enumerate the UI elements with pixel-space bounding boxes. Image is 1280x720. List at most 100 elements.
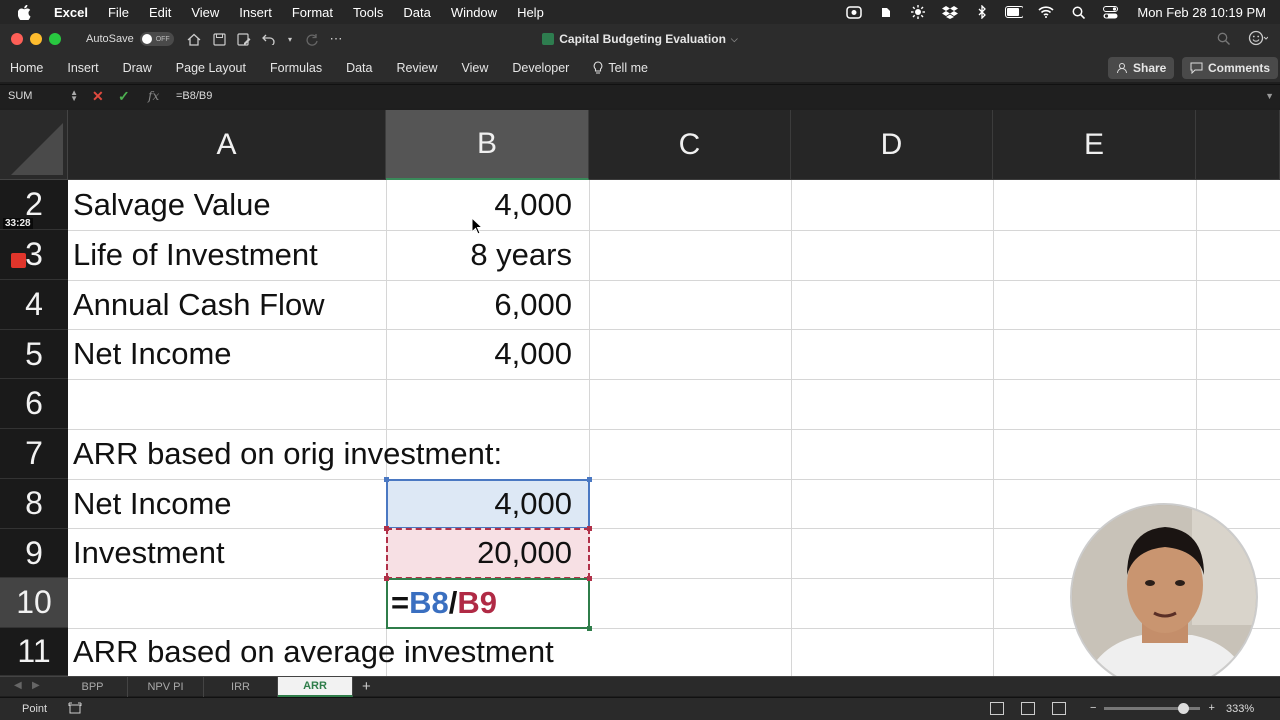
cell-a5[interactable]: Net Income (73, 329, 232, 379)
insert-function-icon[interactable]: fx (148, 89, 159, 103)
undo-dropdown-icon[interactable]: ▾ (286, 31, 294, 47)
row-header[interactable]: 4 (0, 280, 68, 330)
select-all-corner[interactable] (0, 110, 68, 180)
row-header[interactable]: 9 (0, 529, 68, 578)
page-layout-view-icon[interactable] (1021, 702, 1035, 715)
cell-b9[interactable]: 20,000 (386, 528, 572, 578)
tab-view[interactable]: View (461, 61, 488, 75)
tab-page-layout[interactable]: Page Layout (176, 61, 246, 75)
enter-formula-icon[interactable]: ✓ (118, 88, 130, 105)
cell-b5[interactable]: 4,000 (386, 329, 572, 379)
menu-insert[interactable]: Insert (239, 5, 272, 20)
sheet-tab-irr[interactable]: IRR (204, 677, 278, 697)
stop-recording-icon[interactable] (11, 253, 26, 268)
menu-app-name[interactable]: Excel (54, 5, 88, 20)
tab-formulas[interactable]: Formulas (270, 61, 322, 75)
undo-icon[interactable] (261, 31, 277, 47)
close-window-button[interactable] (11, 33, 23, 45)
range-handle[interactable] (587, 576, 592, 581)
column-header-f[interactable] (1196, 110, 1280, 180)
feedback-smiley-icon[interactable] (1248, 30, 1269, 49)
range-handle[interactable] (384, 477, 389, 482)
redo-icon[interactable] (303, 31, 319, 47)
tab-developer[interactable]: Developer (512, 61, 569, 75)
screen-record-icon[interactable] (845, 5, 863, 19)
search-icon[interactable] (1069, 5, 1087, 19)
range-handle[interactable] (384, 526, 389, 531)
tab-home[interactable]: Home (10, 61, 43, 75)
normal-view-icon[interactable] (990, 702, 1004, 715)
share-button[interactable]: Share (1108, 57, 1175, 79)
range-handle[interactable] (384, 576, 389, 581)
sheet-tab-bpp[interactable]: BPP (58, 677, 128, 697)
cell-a11[interactable]: ARR based on average investment (73, 627, 554, 676)
cell-a2[interactable]: Salvage Value (73, 180, 271, 230)
wifi-icon[interactable] (1037, 5, 1055, 19)
row-header[interactable]: 6 (0, 379, 68, 429)
sheet-tab-npv-pi[interactable]: NPV PI (128, 677, 204, 697)
menu-tools[interactable]: Tools (353, 5, 383, 20)
tab-draw[interactable]: Draw (123, 61, 152, 75)
page-break-view-icon[interactable] (1052, 702, 1066, 715)
cell-b10-formula-editor[interactable]: =B8/B9 (391, 578, 497, 628)
expand-formula-bar-icon[interactable]: ▼ (1265, 91, 1274, 101)
save-icon[interactable] (211, 31, 227, 47)
range-handle[interactable] (587, 477, 592, 482)
cell-a9[interactable]: Investment (73, 528, 225, 578)
more-icon[interactable]: ⋯ (328, 31, 344, 47)
row-header[interactable]: 5 (0, 330, 68, 379)
zoom-level[interactable]: 333% (1226, 703, 1254, 715)
comments-button[interactable]: Comments (1182, 57, 1279, 79)
apple-icon[interactable] (18, 4, 34, 20)
add-sheet-icon[interactable]: + (362, 678, 371, 695)
tab-data[interactable]: Data (346, 61, 372, 75)
menu-edit[interactable]: Edit (149, 5, 171, 20)
bluetooth-icon[interactable] (973, 5, 991, 19)
formula-input[interactable]: =B8/B9 (176, 90, 212, 102)
zoom-slider[interactable] (1104, 702, 1201, 714)
row-header[interactable]: 11 (0, 628, 68, 676)
cell-a7[interactable]: ARR based on orig investment: (73, 429, 502, 479)
macro-record-icon[interactable] (68, 702, 82, 716)
zoom-in-icon[interactable]: + (1208, 702, 1214, 714)
brightness-icon[interactable] (909, 5, 927, 19)
search-icon[interactable] (1217, 32, 1230, 48)
menu-format[interactable]: Format (292, 5, 333, 20)
tab-insert[interactable]: Insert (67, 61, 98, 75)
cell-a3[interactable]: Life of Investment (73, 230, 318, 280)
name-box[interactable]: SUM ▲ ▼ (8, 89, 78, 103)
evernote-icon[interactable] (877, 5, 895, 19)
column-header-b[interactable]: B (386, 110, 589, 180)
save-as-icon[interactable] (236, 31, 252, 47)
tab-review[interactable]: Review (396, 61, 437, 75)
row-header[interactable]: 8 (0, 479, 68, 529)
home-icon[interactable] (186, 31, 202, 47)
cell-b4[interactable]: 6,000 (386, 280, 572, 330)
zoom-window-button[interactable] (49, 33, 61, 45)
cell-b8[interactable]: 4,000 (386, 479, 572, 529)
previous-sheet-icon[interactable]: ◀ (14, 680, 22, 691)
sheet-tab-arr[interactable]: ARR (278, 677, 353, 697)
zoom-slider-thumb[interactable] (1178, 702, 1190, 714)
control-center-icon[interactable] (1101, 5, 1119, 19)
menu-window[interactable]: Window (451, 5, 497, 20)
document-title[interactable]: Capital Budgeting Evaluation ⌵ (542, 32, 738, 46)
menu-data[interactable]: Data (403, 5, 430, 20)
fill-handle[interactable] (587, 626, 592, 631)
menu-file[interactable]: File (108, 5, 129, 20)
minimize-window-button[interactable] (30, 33, 42, 45)
cell-a4[interactable]: Annual Cash Flow (73, 280, 325, 330)
zoom-out-icon[interactable]: − (1090, 702, 1096, 714)
column-header-e[interactable]: E (993, 110, 1196, 180)
battery-icon[interactable] (1005, 5, 1024, 19)
menu-view[interactable]: View (191, 5, 219, 20)
column-header-a[interactable]: A (68, 110, 386, 180)
column-header-d[interactable]: D (791, 110, 993, 180)
tell-me-search[interactable]: Tell me (593, 61, 648, 75)
autosave-control[interactable]: AutoSave OFF (86, 32, 174, 46)
menu-help[interactable]: Help (517, 5, 544, 20)
cancel-formula-icon[interactable]: ✕ (92, 88, 104, 105)
range-handle[interactable] (587, 526, 592, 531)
cell-a8[interactable]: Net Income (73, 479, 232, 529)
dropbox-icon[interactable] (941, 5, 959, 19)
